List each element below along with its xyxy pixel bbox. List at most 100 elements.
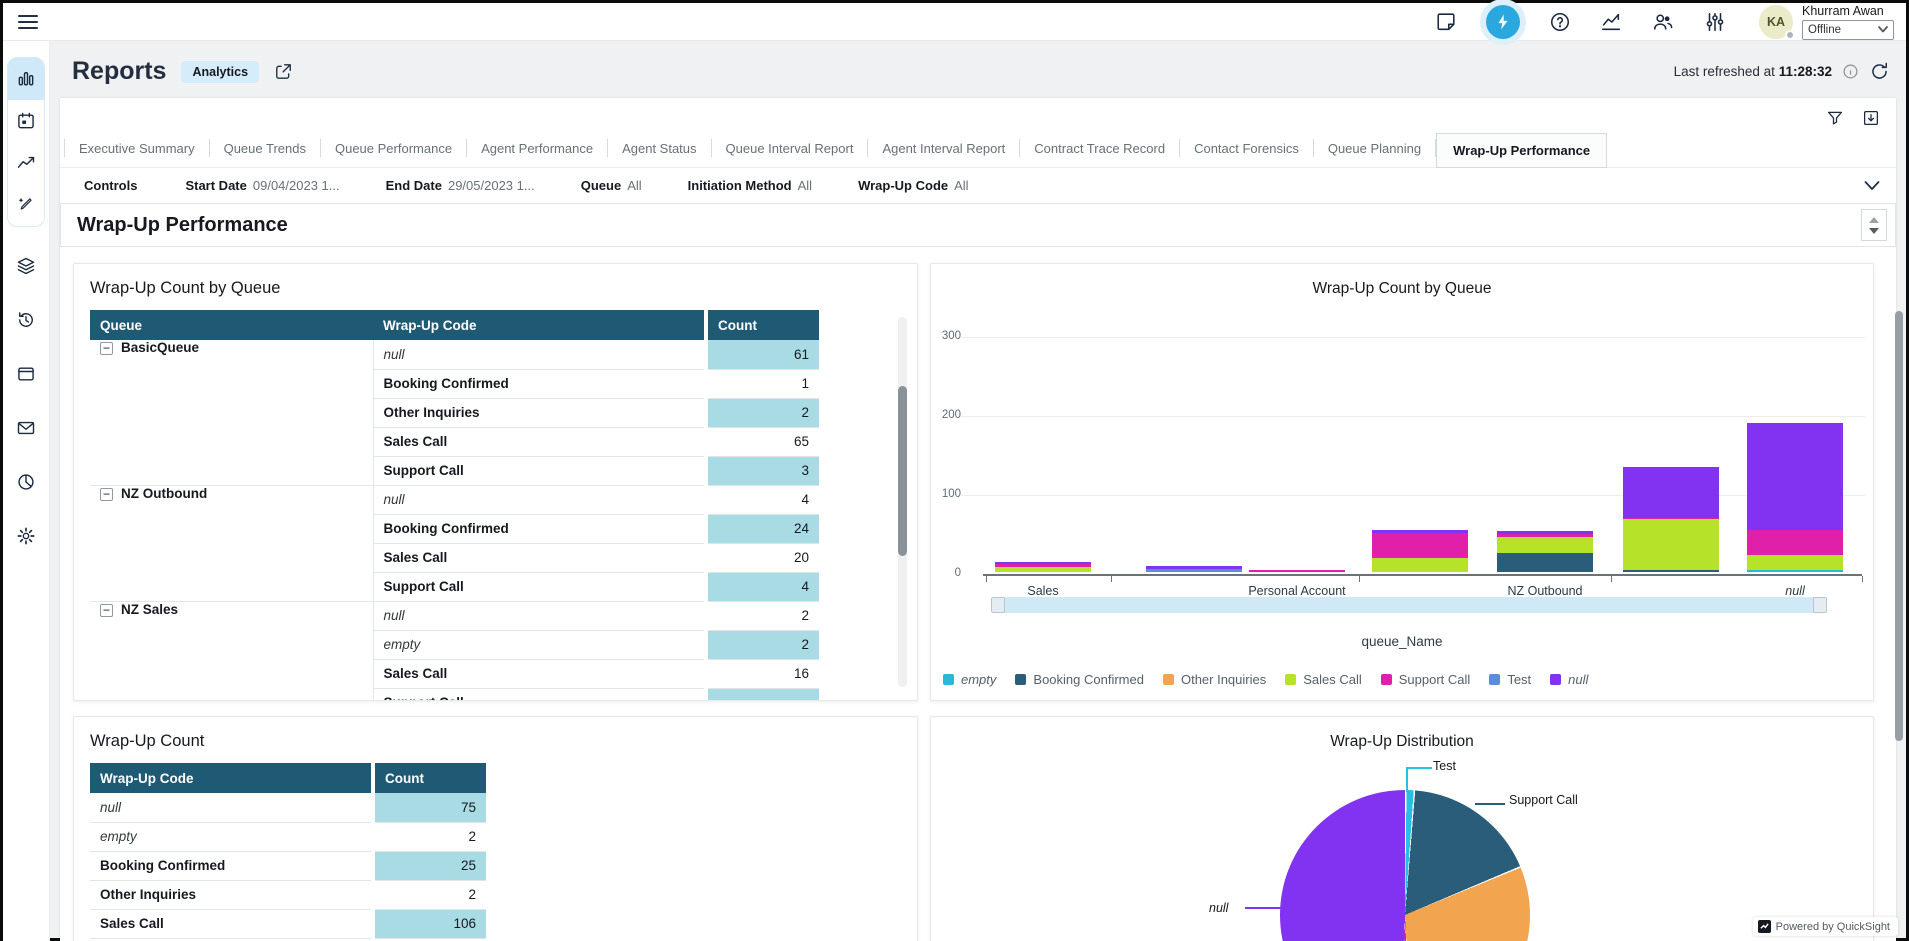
bar-segment-sales-call[interactable] <box>1623 519 1719 570</box>
bar-segment-support-call[interactable] <box>1249 570 1345 572</box>
collapse-icon[interactable]: − <box>100 488 113 501</box>
wrapup-code-cell: null <box>373 340 706 369</box>
bar-segment-support-call[interactable] <box>1372 533 1468 558</box>
scroll-up-icon[interactable] <box>1869 217 1879 223</box>
bar-segment-sales-call[interactable] <box>995 567 1091 572</box>
bar-nz-outbound[interactable] <box>1497 531 1593 572</box>
status-select[interactable]: Offline <box>1802 20 1894 40</box>
tab-agent-status[interactable]: Agent Status <box>608 141 710 167</box>
refresh-icon[interactable] <box>1869 61 1890 82</box>
sidebar <box>3 41 50 941</box>
tab-agent-interval-report[interactable]: Agent Interval Report <box>868 141 1019 167</box>
powered-by-quicksight[interactable]: Powered by QuickSight <box>1753 917 1898 936</box>
control-end-date[interactable]: End Date29/05/2023 1... <box>386 178 535 193</box>
quick-actions-icon[interactable] <box>1486 5 1520 39</box>
legend-label: Other Inquiries <box>1181 672 1266 687</box>
legend-item-support-call[interactable]: Support Call <box>1381 672 1471 687</box>
legend-item-other-inquiries[interactable]: Other Inquiries <box>1163 672 1266 687</box>
column-header-count[interactable]: Count <box>373 763 486 793</box>
scrollbar-right-handle[interactable] <box>1813 597 1827 613</box>
queue-cell[interactable]: −NZ Outbound <box>90 485 373 601</box>
avatar[interactable]: KA <box>1759 5 1793 39</box>
bar-unlabeled[interactable] <box>1146 566 1242 572</box>
sidebar-item-mail[interactable] <box>3 401 49 455</box>
sheet-scroll-spinner[interactable] <box>1861 209 1887 241</box>
scroll-down-icon[interactable] <box>1869 228 1879 234</box>
tab-queue-trends[interactable]: Queue Trends <box>210 141 320 167</box>
sidebar-item-design[interactable] <box>8 184 44 226</box>
legend-item-empty[interactable]: empty <box>943 672 996 687</box>
export-icon[interactable] <box>1862 109 1880 127</box>
tab-agent-performance[interactable]: Agent Performance <box>467 141 607 167</box>
bar-segment-sales-call[interactable] <box>1372 558 1468 572</box>
wrapup-code-cell: null <box>373 485 706 514</box>
bar-segment-null[interactable] <box>1623 467 1719 518</box>
bar-segment-support-call[interactable] <box>1747 530 1843 554</box>
collapse-icon[interactable]: − <box>100 342 113 355</box>
metrics-icon[interactable] <box>1600 11 1622 33</box>
legend-item-sales-call[interactable]: Sales Call <box>1285 672 1362 687</box>
control-wrap-up-code[interactable]: Wrap-Up CodeAll <box>858 178 969 193</box>
tab-contract-trace-record[interactable]: Contract Trace Record <box>1020 141 1179 167</box>
menu-icon[interactable] <box>17 13 39 31</box>
bar-segment-test[interactable] <box>1146 569 1242 572</box>
bar-segment-sales-call[interactable] <box>1747 555 1843 571</box>
chart-horizontal-scrollbar[interactable] <box>992 597 1826 613</box>
card-wrapup-count-table: Wrap-Up Count Wrap-Up Code Count null75e… <box>73 716 918 941</box>
column-header-count[interactable]: Count <box>706 310 819 340</box>
sidebar-item-schedule[interactable] <box>8 100 44 142</box>
column-header-wrapup-code[interactable]: Wrap-Up Code <box>90 763 373 793</box>
bar-segment-empty[interactable] <box>1747 570 1843 572</box>
legend-item-booking-confirmed[interactable]: Booking Confirmed <box>1015 672 1144 687</box>
filter-icon[interactable] <box>1826 109 1844 127</box>
sidebar-item-reports[interactable] <box>3 455 49 509</box>
column-header-queue[interactable]: Queue <box>90 310 373 340</box>
info-icon[interactable] <box>1842 63 1859 80</box>
bar-unlabeled[interactable] <box>1623 467 1719 572</box>
open-external-icon[interactable] <box>274 62 293 81</box>
help-icon[interactable] <box>1549 11 1571 33</box>
sliders-icon[interactable] <box>1704 11 1726 33</box>
bar-unlabeled[interactable] <box>1372 530 1468 572</box>
bar-segment-booking-confirmed[interactable] <box>1497 553 1593 572</box>
bar-sales[interactable] <box>995 562 1091 572</box>
tab-contact-forensics[interactable]: Contact Forensics <box>1180 141 1313 167</box>
bar-segment-null[interactable] <box>1747 423 1843 530</box>
tab-queue-planning[interactable]: Queue Planning <box>1314 141 1435 167</box>
sidebar-item-layers[interactable] <box>3 239 49 293</box>
queue-cell[interactable]: −BasicQueue <box>90 340 373 485</box>
table-scrollbar-thumb[interactable] <box>898 386 907 556</box>
sidebar-item-trends[interactable] <box>8 142 44 184</box>
tab-wrap-up-performance[interactable]: Wrap-Up Performance <box>1436 133 1607 168</box>
sidebar-item-analytics[interactable] <box>8 58 44 100</box>
wrapup-code-cell: Support Call <box>373 572 706 601</box>
count-cell: 106 <box>373 909 486 938</box>
sidebar-item-settings[interactable] <box>3 509 49 563</box>
column-header-wrapup-code[interactable]: Wrap-Up Code <box>373 310 706 340</box>
tab-executive-summary[interactable]: Executive Summary <box>65 141 209 167</box>
control-initiation-method[interactable]: Initiation MethodAll <box>688 178 812 193</box>
control-start-date[interactable]: Start Date09/04/2023 1... <box>185 178 339 193</box>
table-row: −NZ Outboundnull4 <box>90 485 819 514</box>
calendar-icon <box>16 111 36 131</box>
user-name: Khurram Awan <box>1802 4 1894 18</box>
users-icon[interactable] <box>1651 11 1675 33</box>
notes-icon[interactable] <box>1435 11 1457 33</box>
sidebar-item-window[interactable] <box>3 347 49 401</box>
queue-cell[interactable]: −NZ Sales <box>90 601 373 701</box>
scrollbar-left-handle[interactable] <box>991 597 1005 613</box>
tab-queue-interval-report[interactable]: Queue Interval Report <box>712 141 868 167</box>
sidebar-item-history[interactable] <box>3 293 49 347</box>
dashboard-scrollbar-thumb[interactable] <box>1895 311 1903 741</box>
bar-segment-booking-confirmed[interactable] <box>1623 570 1719 572</box>
collapse-icon[interactable]: − <box>100 604 113 617</box>
legend-item-test[interactable]: Test <box>1489 672 1531 687</box>
bar-personal-account[interactable] <box>1249 570 1345 572</box>
legend-item-null[interactable]: null <box>1550 672 1588 687</box>
pie-chart[interactable] <box>1280 790 1530 941</box>
control-queue[interactable]: QueueAll <box>581 178 642 193</box>
bar-segment-sales-call[interactable] <box>1497 537 1593 553</box>
controls-collapse-chevron-icon[interactable] <box>1864 181 1880 191</box>
bar-null[interactable] <box>1747 423 1843 572</box>
tab-queue-performance[interactable]: Queue Performance <box>321 141 466 167</box>
